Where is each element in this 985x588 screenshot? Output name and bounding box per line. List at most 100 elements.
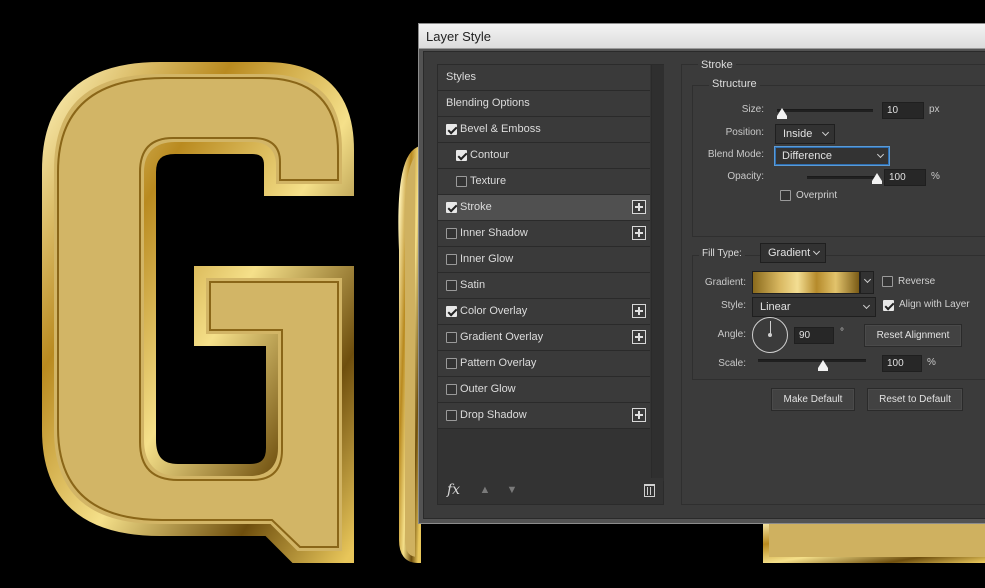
- add-drop-shadow-icon[interactable]: [632, 408, 646, 422]
- blend-mode-label: Blend Mode:: [707, 149, 764, 160]
- move-down-icon[interactable]: ▼: [506, 484, 518, 496]
- contour-checkbox[interactable]: [456, 150, 467, 161]
- gradient-picker-button[interactable]: [860, 271, 874, 294]
- style-item-outer-glow[interactable]: Outer Glow: [438, 377, 650, 403]
- gradient-overlay-checkbox[interactable]: [446, 332, 457, 343]
- fill-type-dropdown[interactable]: Gradient: [760, 243, 826, 263]
- gradient-swatch[interactable]: [752, 271, 860, 294]
- stroke-checkbox[interactable]: [446, 202, 457, 213]
- overprint-label: Overprint: [796, 190, 838, 201]
- chevron-down-icon: [812, 247, 821, 256]
- inner-glow-checkbox[interactable]: [446, 254, 457, 265]
- style-item-bevel-emboss[interactable]: Bevel & Emboss: [438, 117, 650, 143]
- size-label: Size:: [741, 104, 764, 115]
- add-gradient-overlay-icon[interactable]: [632, 330, 646, 344]
- style-item-label: Satin: [460, 279, 486, 291]
- reset-alignment-button[interactable]: Reset Alignment: [864, 324, 962, 347]
- overprint-checkbox[interactable]: [780, 190, 791, 201]
- styles-list-scrollbar[interactable]: [651, 65, 664, 481]
- reverse-label: Reverse: [898, 276, 936, 287]
- add-color-overlay-icon[interactable]: [632, 304, 646, 318]
- style-item-stroke[interactable]: Stroke: [438, 195, 650, 221]
- color-overlay-checkbox[interactable]: [446, 306, 457, 317]
- size-slider-thumb[interactable]: [776, 108, 787, 119]
- position-label: Position:: [725, 127, 764, 138]
- fill-type-label: Fill Type:: [699, 248, 745, 259]
- align-with-layer-checkbox[interactable]: [883, 300, 894, 311]
- size-slider[interactable]: [777, 109, 873, 112]
- gold-letter-g: [42, 62, 354, 563]
- style-item-blending-options[interactable]: Blending Options: [438, 91, 650, 117]
- pattern-overlay-checkbox[interactable]: [446, 358, 457, 369]
- bevel-emboss-checkbox[interactable]: [446, 124, 457, 135]
- trash-icon[interactable]: [644, 484, 655, 497]
- blend-mode-dropdown[interactable]: Difference: [774, 146, 890, 166]
- opacity-slider-thumb[interactable]: [872, 173, 882, 184]
- style-item-label: Gradient Overlay: [460, 331, 544, 343]
- layer-style-dialog: Layer Style Styles Blending Options Bevel …: [418, 23, 985, 524]
- satin-checkbox[interactable]: [446, 280, 457, 291]
- scale-unit: %: [927, 357, 936, 368]
- style-item-label: Styles: [446, 71, 476, 83]
- structure-title: Structure: [709, 78, 760, 90]
- inner-shadow-checkbox[interactable]: [446, 228, 457, 239]
- move-up-icon[interactable]: ▲: [479, 484, 491, 496]
- blend-mode-value: Difference: [782, 150, 832, 162]
- style-item-contour[interactable]: Contour: [438, 143, 650, 169]
- style-item-pattern-overlay[interactable]: Pattern Overlay: [438, 351, 650, 377]
- reverse-checkbox[interactable]: [882, 276, 893, 287]
- angle-unit: °: [840, 327, 844, 338]
- style-item-gradient-overlay[interactable]: Gradient Overlay: [438, 325, 650, 351]
- styles-list-panel: Styles Blending Options Bevel & Emboss Cont…: [437, 64, 664, 505]
- angle-dial[interactable]: [752, 317, 788, 353]
- chevron-down-icon: [821, 128, 830, 137]
- styles-list-footer: fx ▲ ▼: [438, 478, 663, 504]
- size-input[interactable]: 10: [882, 102, 924, 119]
- style-item-label: Outer Glow: [460, 383, 516, 395]
- style-item-satin[interactable]: Satin: [438, 273, 650, 299]
- fill-type-value: Gradient: [768, 247, 811, 259]
- style-item-label: Texture: [470, 175, 507, 187]
- scale-label: Scale:: [718, 358, 746, 369]
- chevron-down-icon: [863, 275, 872, 284]
- style-item-label: Pattern Overlay: [460, 357, 537, 369]
- dialog-body: Styles Blending Options Bevel & Emboss Cont…: [423, 51, 985, 519]
- angle-input[interactable]: 90: [794, 327, 834, 344]
- scale-slider-thumb[interactable]: [817, 360, 828, 371]
- style-item-texture[interactable]: Texture: [438, 169, 650, 195]
- style-label: Style:: [720, 300, 746, 311]
- make-default-button[interactable]: Make Default: [771, 388, 855, 411]
- add-stroke-icon[interactable]: [632, 200, 646, 214]
- opacity-slider[interactable]: [807, 176, 877, 179]
- opacity-input[interactable]: 100: [884, 169, 926, 186]
- style-item-label: Stroke: [460, 201, 492, 213]
- opacity-label: Opacity:: [727, 171, 764, 182]
- style-item-color-overlay[interactable]: Color Overlay: [438, 299, 650, 325]
- style-dropdown[interactable]: Linear: [752, 297, 876, 317]
- stroke-section-title: Stroke: [698, 59, 736, 71]
- position-value: Inside: [783, 128, 813, 140]
- drop-shadow-checkbox[interactable]: [446, 410, 457, 421]
- style-item-inner-shadow[interactable]: Inner Shadow: [438, 221, 650, 247]
- style-item-inner-glow[interactable]: Inner Glow: [438, 247, 650, 273]
- texture-checkbox[interactable]: [456, 176, 467, 187]
- scale-input[interactable]: 100: [882, 355, 922, 372]
- gradient-label: Gradient:: [704, 277, 746, 288]
- scale-slider[interactable]: [758, 359, 866, 362]
- position-dropdown[interactable]: Inside: [775, 124, 835, 144]
- angle-label: Angle:: [717, 329, 746, 340]
- opacity-unit: %: [931, 171, 940, 182]
- add-inner-shadow-icon[interactable]: [632, 226, 646, 240]
- style-item-label: Inner Glow: [460, 253, 514, 265]
- reset-to-default-button[interactable]: Reset to Default: [867, 388, 963, 411]
- chevron-down-icon: [876, 150, 885, 159]
- fx-button[interactable]: fx: [447, 482, 460, 498]
- style-item-label: Bevel & Emboss: [460, 123, 541, 135]
- style-item-label: Color Overlay: [460, 305, 528, 317]
- outer-glow-checkbox[interactable]: [446, 384, 457, 395]
- style-item-drop-shadow[interactable]: Drop Shadow: [438, 403, 650, 429]
- chevron-down-icon: [862, 301, 871, 310]
- style-item-label: Drop Shadow: [460, 409, 527, 421]
- style-item-styles[interactable]: Styles: [438, 65, 650, 91]
- style-item-label: Blending Options: [446, 97, 530, 109]
